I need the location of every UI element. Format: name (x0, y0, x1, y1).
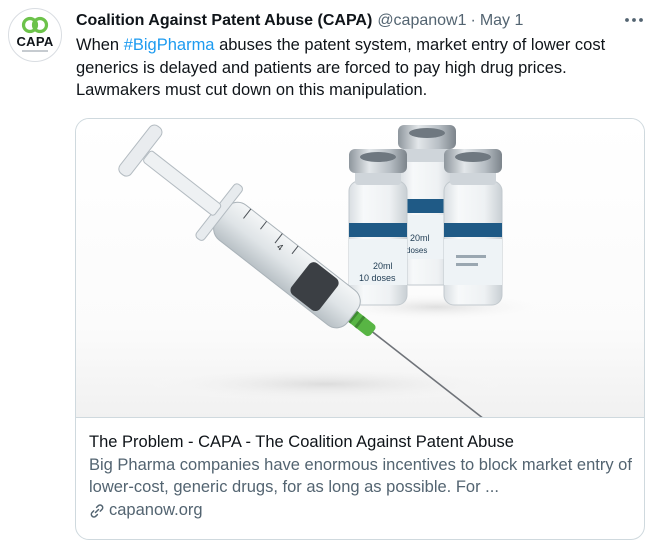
syringe-vials-illustration: 20ml doses 20ml 10 doses 4 (118, 124, 546, 421)
more-icon (625, 18, 643, 22)
capa-logo-icon (21, 16, 49, 34)
tweet-text-start: When (76, 36, 124, 54)
card-body: The Problem - CAPA - The Coalition Again… (89, 431, 632, 520)
vial-back-text: 20ml (410, 233, 430, 243)
card-description: Big Pharma companies have enormous incen… (89, 456, 632, 496)
tweet-text: When #BigPharma abuses the patent system… (76, 34, 652, 102)
card-image: 20ml doses 20ml 10 doses 4 (76, 119, 644, 421)
card-title[interactable]: The Problem - CAPA - The Coalition Again… (89, 431, 632, 453)
avatar[interactable]: CAPA (8, 8, 62, 62)
tweet-header: Coalition Against Patent Abuse (CAPA) @c… (76, 10, 620, 32)
tweet: CAPA Coalition Against Patent Abuse (CAP… (0, 0, 660, 550)
link-icon (90, 503, 104, 518)
avatar-tagline (22, 50, 48, 52)
vial-right (443, 149, 503, 306)
card-divider (76, 417, 644, 418)
more-options-button[interactable] (622, 9, 646, 31)
link-preview-card[interactable]: 20ml doses 20ml 10 doses 4 The Problem -… (75, 118, 645, 540)
hashtag-link[interactable]: #BigPharma (124, 36, 215, 54)
avatar-logo-text: CAPA (16, 34, 54, 49)
card-domain-row[interactable]: capanow.org (89, 501, 632, 520)
display-name[interactable]: Coalition Against Patent Abuse (CAPA) (76, 12, 372, 30)
vial-left: 20ml 10 doses (348, 149, 408, 306)
separator-dot: · (470, 12, 476, 29)
vial-back-doses: doses (406, 246, 427, 255)
tweet-date[interactable]: May 1 (480, 12, 524, 30)
card-domain: capanow.org (109, 501, 203, 519)
user-handle[interactable]: @capanow1 (377, 12, 466, 30)
vial-left-doses: 10 doses (359, 273, 396, 283)
vial-left-volume: 20ml (373, 261, 393, 271)
